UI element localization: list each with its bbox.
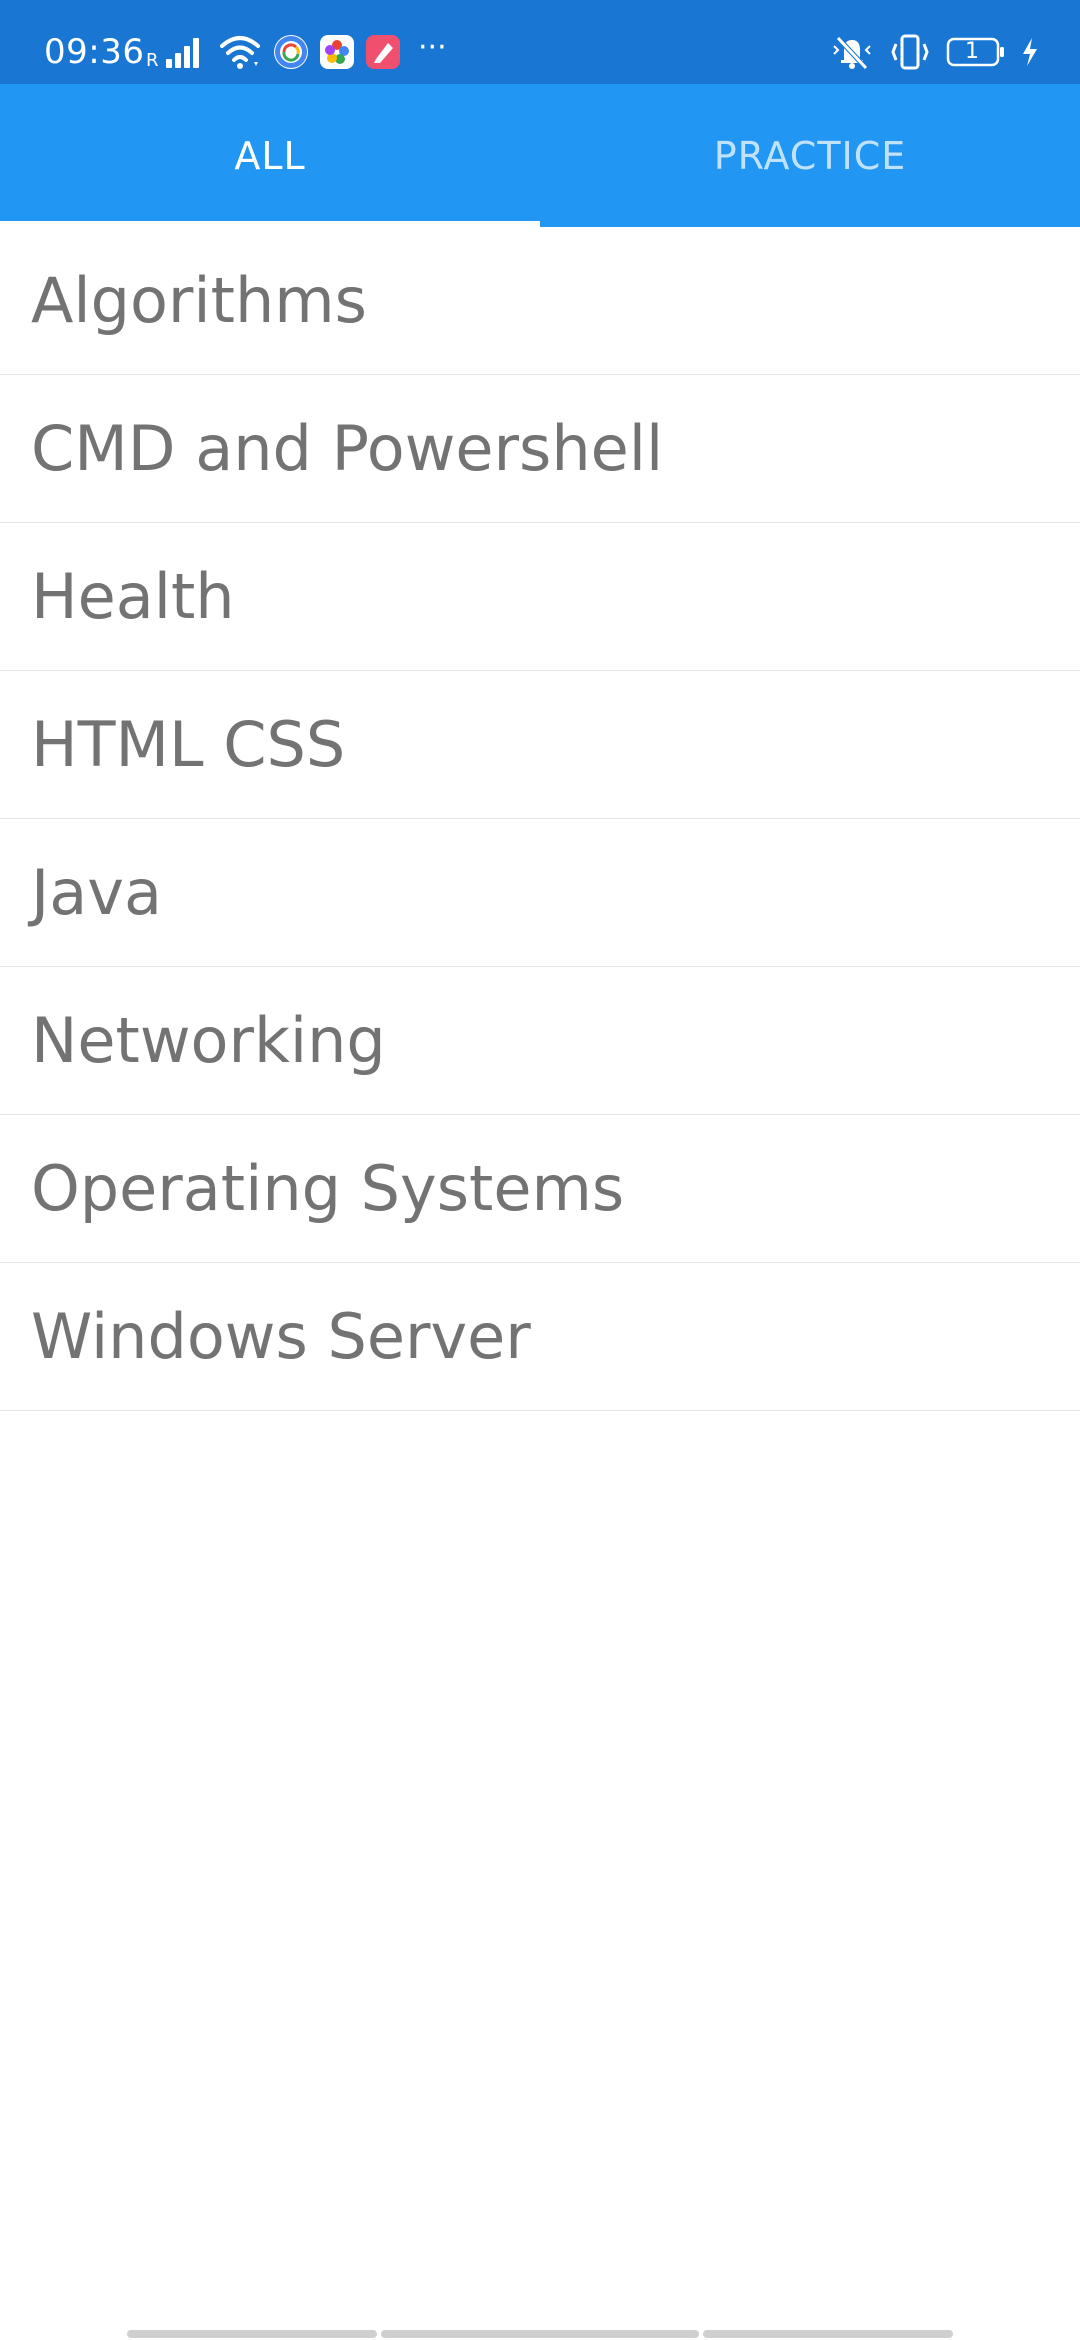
list-item-label: HTML CSS [31,708,346,781]
notes-app-icon [366,35,400,69]
tab-all-label: ALL [234,133,306,178]
charging-icon [1020,36,1040,68]
list-item-label: Health [31,560,235,633]
tab-bar: ALL PRACTICE [0,84,1080,227]
nav-pill-right[interactable] [703,2330,953,2338]
topic-list: Algorithms CMD and Powershell Health HTM… [0,227,1080,1411]
mute-icon [830,32,874,72]
list-item-label: Algorithms [31,264,367,337]
nav-pill-left[interactable] [127,2330,377,2338]
tab-practice-label: PRACTICE [713,133,907,178]
list-item[interactable]: Java [0,819,1080,967]
vibrate-icon [888,32,932,72]
list-item-label: Windows Server [31,1300,531,1373]
signal-icon: R [146,32,206,72]
list-item-label: Operating Systems [31,1152,625,1225]
list-item[interactable]: Algorithms [0,227,1080,375]
gpay-icon [274,35,308,69]
tab-practice[interactable]: PRACTICE [540,84,1080,227]
tab-all[interactable]: ALL [0,84,540,227]
list-item[interactable]: Health [0,523,1080,671]
status-time: 09:36 [44,32,145,72]
list-item[interactable]: Operating Systems [0,1115,1080,1263]
status-left-icons: R ··· [146,30,447,74]
battery-icon: 1 [946,36,1006,68]
status-bar: 09:36 R ··· 1 [0,0,1080,84]
list-item-label: Java [31,856,162,929]
more-notifications-indicator: ··· [418,30,447,65]
nav-pill-center[interactable] [381,2330,699,2338]
battery-level: 1 [965,39,979,64]
wifi-icon [218,32,262,72]
list-item[interactable]: Networking [0,967,1080,1115]
list-item[interactable]: Windows Server [0,1263,1080,1411]
list-item-label: Networking [31,1004,386,1077]
status-right-icons: 1 [830,30,1040,74]
list-item-label: CMD and Powershell [31,412,664,485]
list-item[interactable]: HTML CSS [0,671,1080,819]
photos-icon [320,35,354,69]
list-item[interactable]: CMD and Powershell [0,375,1080,523]
